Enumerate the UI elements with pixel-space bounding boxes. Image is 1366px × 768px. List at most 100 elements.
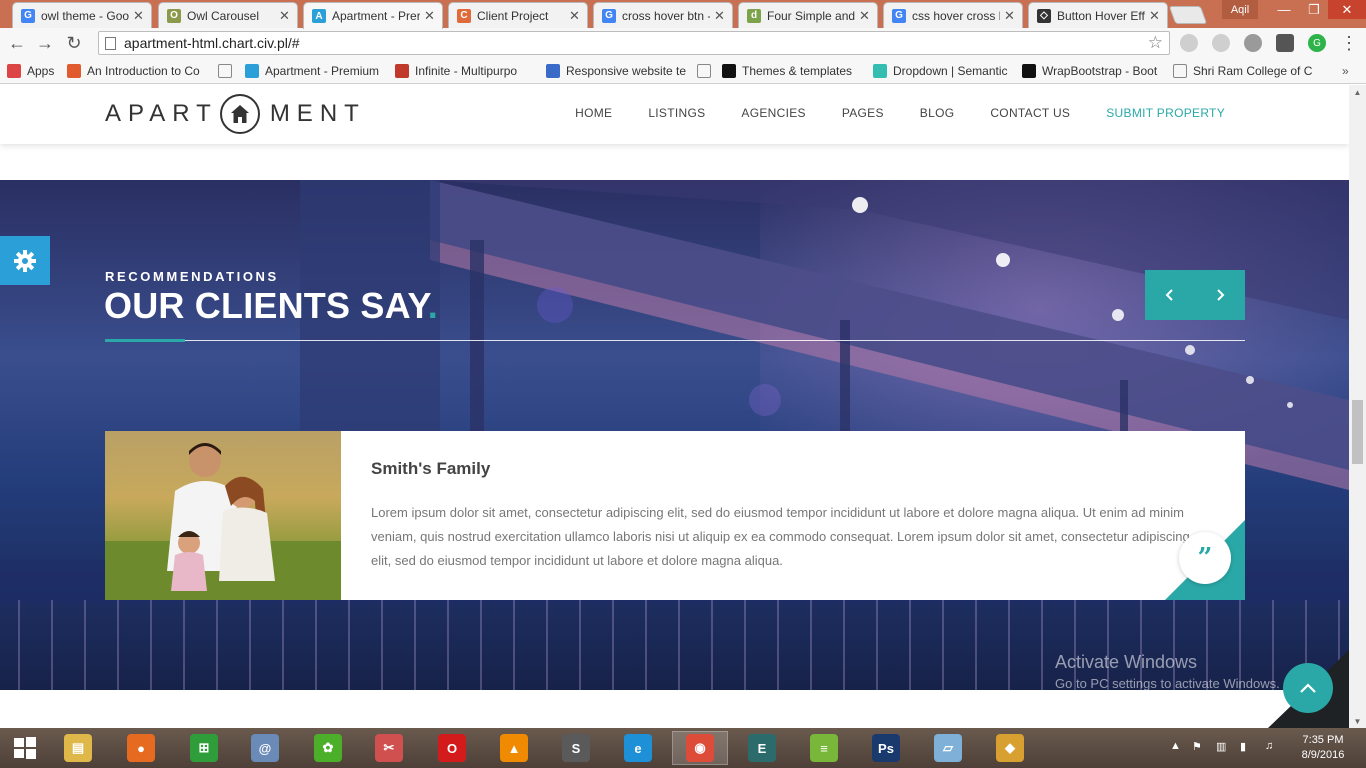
bookmark-item[interactable]: Responsive website te xyxy=(546,62,686,80)
taskbar-app-button[interactable]: S xyxy=(548,731,604,765)
close-tab-icon[interactable]: ✕ xyxy=(279,8,291,24)
nav-agencies[interactable]: AGENCIES xyxy=(741,106,805,120)
taskbar-app-button[interactable]: e xyxy=(610,731,666,765)
settings-gear-button[interactable] xyxy=(0,236,50,285)
tab-title: Four Simple and xyxy=(767,8,855,23)
puzzle-extension-icon[interactable] xyxy=(1276,34,1294,52)
taskbar-app-button[interactable]: Ps xyxy=(858,731,914,765)
volume-icon[interactable]: ♫ xyxy=(1265,740,1273,752)
start-button[interactable] xyxy=(0,731,50,765)
browser-tab[interactable]: A Apartment - Prer ✕ xyxy=(303,2,443,29)
taskbar-app-button[interactable]: @ xyxy=(237,731,293,765)
taskbar-app-button[interactable]: ≡ xyxy=(796,731,852,765)
profile-button[interactable]: Aqil xyxy=(1222,0,1258,19)
scroll-down-arrow-icon[interactable]: ▼ xyxy=(1349,714,1366,728)
bookmark-item[interactable]: WrapBootstrap - Boot xyxy=(1022,62,1162,80)
close-tab-icon[interactable]: ✕ xyxy=(1004,8,1016,24)
reload-icon[interactable]: ↻ xyxy=(63,32,85,54)
battery-icon[interactable]: ▮ xyxy=(1240,740,1246,753)
browser-tab[interactable]: d Four Simple and ✕ xyxy=(738,2,878,28)
page-scrollbar[interactable]: ▲ ▼ xyxy=(1349,85,1366,728)
taskbar-app-button[interactable]: ◆ xyxy=(982,731,1038,765)
bookmark-item[interactable]: Dropdown | Semantic xyxy=(873,62,1013,80)
close-tab-icon[interactable]: ✕ xyxy=(133,8,145,24)
browser-tab[interactable]: O Owl Carousel ✕ xyxy=(158,2,298,28)
taskbar-app-button[interactable]: ⊞ xyxy=(176,731,232,765)
bookmark-item[interactable]: Apps xyxy=(7,62,59,80)
taskbar-app-button[interactable]: ✂ xyxy=(361,731,417,765)
close-tab-icon[interactable]: ✕ xyxy=(1149,8,1161,24)
bookmark-item[interactable] xyxy=(697,62,715,80)
taskbar-app-button[interactable]: ▤ xyxy=(50,731,106,765)
scroll-up-arrow-icon[interactable]: ▲ xyxy=(1349,85,1366,99)
network-icon[interactable]: ▥ xyxy=(1216,740,1226,753)
tab-title: Apartment - Prer xyxy=(332,9,420,23)
testimonial-text: Lorem ipsum dolor sit amet, consectetur … xyxy=(371,505,1190,568)
close-tab-icon[interactable]: ✕ xyxy=(424,8,436,24)
back-to-top-button[interactable] xyxy=(1283,663,1333,713)
close-tab-icon[interactable]: ✕ xyxy=(859,8,871,24)
bookmark-item[interactable]: Apartment - Premium xyxy=(245,62,380,80)
main-navigation: HOME LISTINGS AGENCIES PAGES BLOG CONTACT US S… xyxy=(539,106,1225,120)
bookmark-label: Shri Ram College of C xyxy=(1193,64,1313,78)
taskbar-app-button[interactable]: ● xyxy=(113,731,169,765)
maximize-icon[interactable]: ❐ xyxy=(1300,0,1328,19)
extension-icon[interactable] xyxy=(1212,34,1230,52)
extension-icon[interactable] xyxy=(1180,34,1198,52)
close-tab-icon[interactable]: ✕ xyxy=(569,8,581,24)
browser-tab[interactable]: C Client Project ✕ xyxy=(448,2,588,28)
tray-expand-icon[interactable]: ▲ xyxy=(1170,740,1181,752)
shield-icon[interactable] xyxy=(1244,34,1262,52)
forward-icon[interactable]: → xyxy=(34,32,56,54)
logo-text-left: APART xyxy=(105,100,218,127)
bookmark-item[interactable]: Infinite - Multipurpo xyxy=(395,62,535,80)
browser-tab[interactable]: ◇ Button Hover Eff ✕ xyxy=(1028,2,1168,28)
bookmarks-overflow-icon[interactable]: » xyxy=(1342,62,1349,80)
browser-tab[interactable]: Gcss hover cross b ✕ xyxy=(883,2,1023,28)
nav-home[interactable]: HOME xyxy=(575,106,612,120)
taskbar-app-button[interactable]: ✿ xyxy=(300,731,356,765)
browser-tab[interactable]: Gowl theme - Goo ✕ xyxy=(12,2,152,28)
grammarly-icon[interactable]: G xyxy=(1308,34,1326,52)
bookmark-item[interactable]: Shri Ram College of C xyxy=(1173,62,1313,80)
bookmark-star-icon[interactable]: ☆ xyxy=(1148,33,1163,53)
taskbar-app-button[interactable]: O xyxy=(424,731,480,765)
nav-blog[interactable]: BLOG xyxy=(920,106,955,120)
page-info-icon[interactable] xyxy=(105,36,116,50)
bookmark-label: Responsive website te xyxy=(566,64,686,78)
sublime-icon: S xyxy=(562,734,590,762)
taskbar-app-button[interactable]: ▱ xyxy=(920,731,976,765)
new-tab-button[interactable] xyxy=(1168,6,1208,24)
browser-tab-strip: Gowl theme - Goo ✕ O Owl Carousel ✕ A Apartmen… xyxy=(0,0,1366,29)
bookmark-item[interactable] xyxy=(218,62,238,80)
tab-title: Owl Carousel xyxy=(187,8,260,23)
taskbar-app-button[interactable]: ▲ xyxy=(486,731,542,765)
bookmark-item[interactable]: An Introduction to Co xyxy=(67,62,207,80)
next-testimonial-button[interactable] xyxy=(1195,270,1245,320)
apps-grid-icon xyxy=(7,64,21,78)
minimize-icon[interactable]: — xyxy=(1268,0,1300,19)
site-logo[interactable]: APART MENT xyxy=(105,94,366,134)
prev-testimonial-button[interactable] xyxy=(1145,270,1195,320)
taskbar-app-button[interactable]: E xyxy=(734,731,790,765)
nav-contact-us[interactable]: CONTACT US xyxy=(990,106,1070,120)
browser-tab[interactable]: Gcross hover btn - ✕ xyxy=(593,2,733,28)
address-bar[interactable]: apartment-html.chart.civ.pl/# ☆ xyxy=(98,31,1170,55)
close-tab-icon[interactable]: ✕ xyxy=(714,8,726,24)
back-icon[interactable]: ← xyxy=(6,32,28,54)
action-center-icon[interactable]: ⚑ xyxy=(1192,740,1202,753)
nav-pages[interactable]: PAGES xyxy=(842,106,884,120)
nav-listings[interactable]: LISTINGS xyxy=(648,106,705,120)
close-window-icon[interactable]: ✕ xyxy=(1328,0,1366,19)
menu-icon[interactable]: ⋮ xyxy=(1338,32,1360,54)
s-icon xyxy=(873,64,887,78)
store-icon: ⊞ xyxy=(190,734,218,762)
w-icon xyxy=(1022,64,1036,78)
taskbar-app-button[interactable]: ◉ xyxy=(672,731,728,765)
google-icon: G xyxy=(21,8,35,23)
house-icon xyxy=(245,64,259,78)
bookmark-item[interactable]: Themes & templates xyxy=(722,62,857,80)
system-clock[interactable]: 7:35 PM 8/9/2016 xyxy=(1290,733,1356,763)
scrollbar-thumb[interactable] xyxy=(1352,400,1363,464)
nav-submit-property[interactable]: SUBMIT PROPERTY xyxy=(1106,106,1225,120)
